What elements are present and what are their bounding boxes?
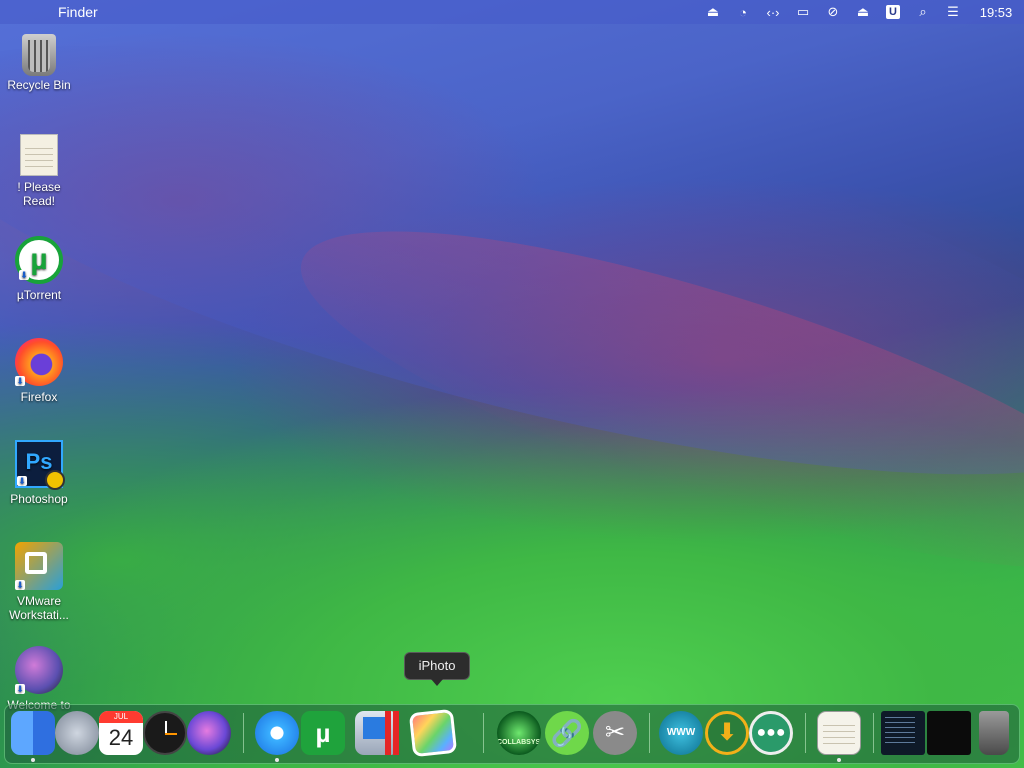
desktop-icon-label: ! Please Read! xyxy=(17,180,61,208)
control-center-icon[interactable]: ☰ xyxy=(938,0,968,24)
utorrent-glyph: µ xyxy=(30,243,48,276)
dock-calendar-icon[interactable]: JUL 24 xyxy=(99,711,143,755)
desktop-icon-label: µTorrent xyxy=(16,288,62,302)
dock-separator xyxy=(805,713,806,753)
eject-icon[interactable]: ⏏ xyxy=(848,0,878,24)
calendar-month: JUL xyxy=(99,711,143,723)
status-tray: ⏏ ◔ ‹·› ▭ ⊘ ⏏ U ⌕ ☰ 19:53 xyxy=(698,0,1024,24)
desktop-icon-label: VMware Workstati... xyxy=(9,594,69,622)
vmware-icon: ⬇ xyxy=(15,542,63,590)
running-indicator xyxy=(31,758,35,762)
desktop-icon-label: Firefox xyxy=(20,390,58,404)
dock-window-thumbnail-icon[interactable] xyxy=(881,711,925,755)
running-indicator xyxy=(837,758,841,762)
dock-separator xyxy=(483,713,484,753)
dock-utorrent-icon[interactable]: µ xyxy=(301,711,345,755)
desktop-icon-photoshop[interactable]: Ps ⬇ Photoshop xyxy=(0,440,78,506)
active-app-name[interactable]: Finder xyxy=(58,4,98,20)
timer-icon[interactable]: ◔ xyxy=(728,0,758,24)
mute-icon[interactable]: ⊘ xyxy=(818,0,848,24)
menu-bar: Finder ⏏ ◔ ‹·› ▭ ⊘ ⏏ U ⌕ ☰ 19:53 xyxy=(0,0,1024,24)
dock-trash-icon[interactable] xyxy=(979,711,1009,755)
dock-clock-icon[interactable] xyxy=(143,711,187,755)
dock-separator xyxy=(243,713,244,753)
dock-tooltip: iPhoto xyxy=(404,652,470,686)
dock-collabsysos-icon[interactable]: COLLABSYSOS xyxy=(497,711,541,755)
running-indicator xyxy=(275,758,279,762)
desktop-icon-label: Photoshop xyxy=(10,492,68,506)
dock-macos-icon[interactable] xyxy=(187,711,231,755)
shortcut-arrow-icon: ⬇ xyxy=(15,580,25,590)
radiation-badge-icon xyxy=(45,470,65,490)
desktop-icon-recycle-bin[interactable]: Recycle Bin xyxy=(0,32,78,92)
dock-finder-icon[interactable] xyxy=(11,711,55,755)
u-badge: U xyxy=(886,5,900,19)
firefox-icon: ⬇ xyxy=(15,338,63,386)
dock-separator xyxy=(649,713,650,753)
search-icon[interactable]: ⌕ xyxy=(908,0,938,24)
eject-circle-icon[interactable]: ⏏ xyxy=(698,0,728,24)
display-icon[interactable]: ▭ xyxy=(788,0,818,24)
dock-bootcamp-icon[interactable] xyxy=(355,711,399,755)
dock-link-icon[interactable]: 🔗 xyxy=(545,711,589,755)
recycle-bin-icon xyxy=(22,34,56,76)
desktop-icon-vmware[interactable]: ⬇ VMware Workstati... xyxy=(0,542,78,622)
menu-clock[interactable]: 19:53 xyxy=(968,0,1024,24)
u-icon[interactable]: U xyxy=(878,0,908,24)
dock: JUL 24 µ COLLABSYSOS 🔗 ✂ WWW ⬇ ●●● xyxy=(4,704,1020,764)
apple-logo-icon: ⬇ xyxy=(15,646,63,694)
shortcut-arrow-icon: ⬇ xyxy=(19,270,29,280)
dock-www-globe-icon[interactable]: WWW xyxy=(659,711,703,755)
dock-iphoto-icon[interactable] xyxy=(408,708,458,758)
dock-window-thumbnail-icon[interactable] xyxy=(927,711,971,755)
desktop-icon-utorrent[interactable]: µ ⬇ µTorrent xyxy=(0,236,78,302)
desktop-icon-label: Recycle Bin xyxy=(7,78,71,92)
shortcut-arrow-icon: ⬇ xyxy=(15,376,25,386)
code-arrows-icon[interactable]: ‹·› xyxy=(758,0,788,24)
utorrent-icon: µ ⬇ xyxy=(15,236,63,284)
desktop-icon-firefox[interactable]: ⬇ Firefox xyxy=(0,338,78,404)
dock-download-icon[interactable]: ⬇ xyxy=(705,711,749,755)
dock-safari-icon[interactable] xyxy=(255,711,299,755)
dock-tools-icon[interactable]: ✂ xyxy=(593,711,637,755)
photoshop-glyph: Ps xyxy=(25,449,53,474)
shortcut-arrow-icon: ⬇ xyxy=(17,476,27,486)
desktop-icon-please-read[interactable]: ! Please Read! xyxy=(0,134,78,208)
calendar-day: 24 xyxy=(108,725,134,750)
dock-launchpad-rocket-icon[interactable] xyxy=(55,711,99,755)
shortcut-arrow-icon: ⬇ xyxy=(15,684,25,694)
photoshop-icon: Ps ⬇ xyxy=(15,440,65,490)
notepad-document-icon xyxy=(20,134,58,176)
desktop-icon-welcome[interactable]: ⬇ Welcome to xyxy=(0,646,78,712)
dock-notepad-icon[interactable] xyxy=(817,711,861,755)
dock-separator xyxy=(873,713,874,753)
dock-drops-icon[interactable]: ●●● xyxy=(749,711,793,755)
